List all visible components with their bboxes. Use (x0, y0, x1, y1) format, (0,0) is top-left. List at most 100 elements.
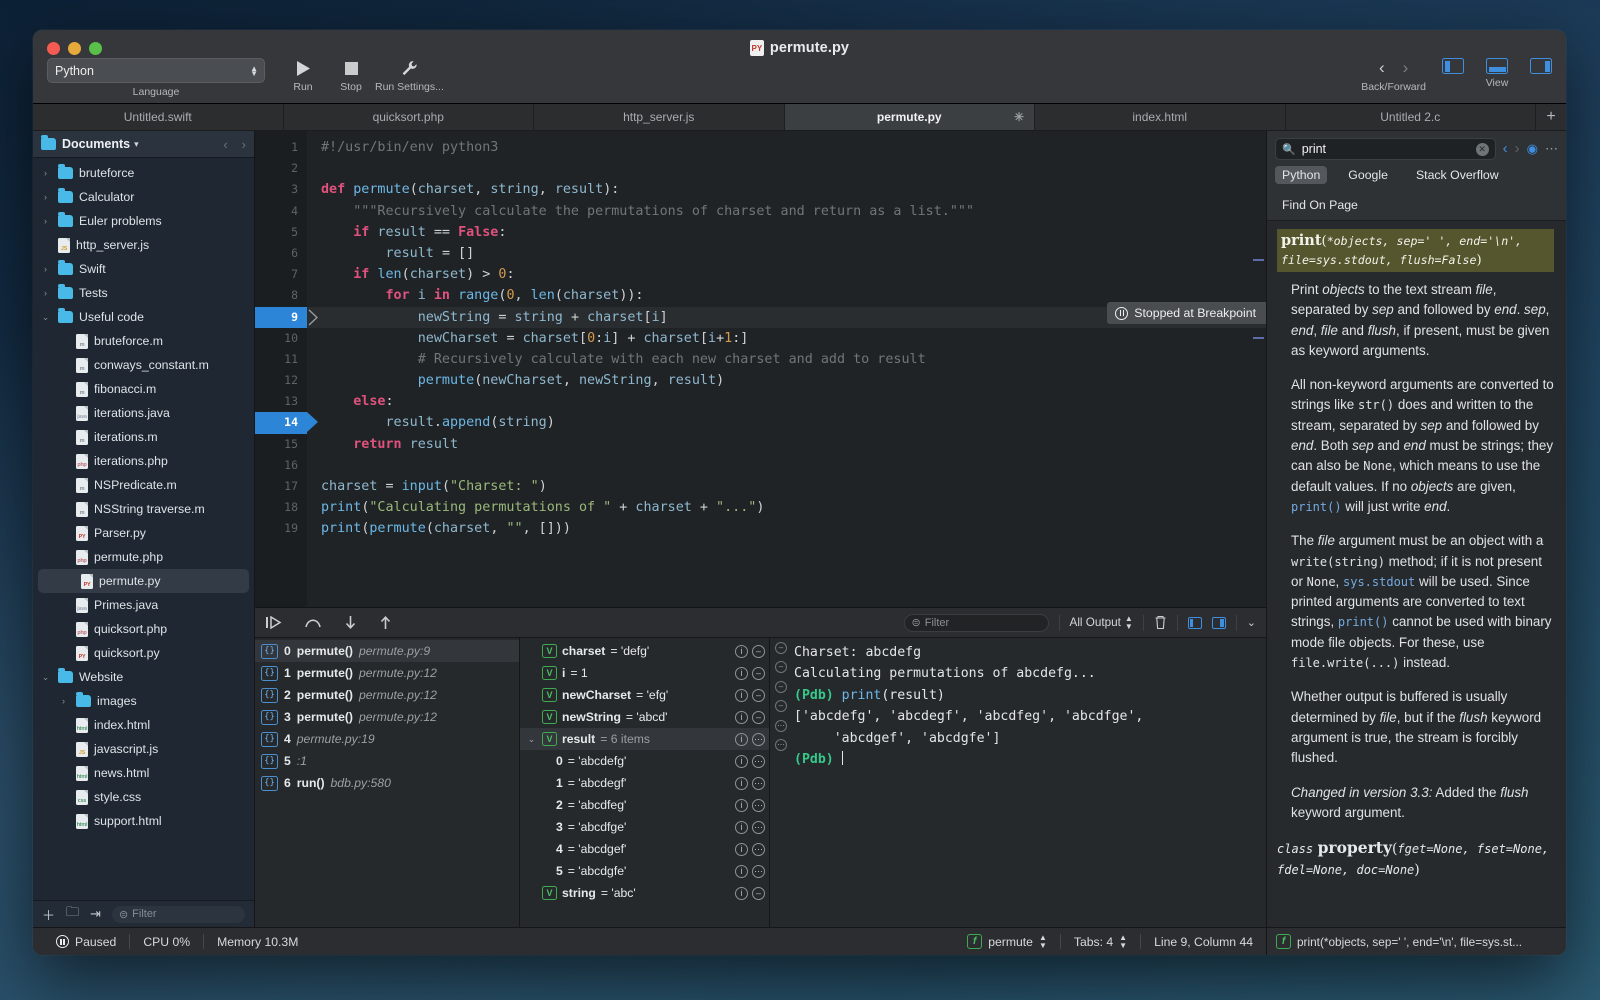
code-line[interactable]: def permute(charset, string, result): (307, 179, 1266, 200)
code-line[interactable]: else: (307, 391, 1266, 412)
doc-source-stack-overflow[interactable]: Stack Overflow (1409, 166, 1506, 184)
line-number[interactable]: 12 (255, 370, 307, 391)
tab-3[interactable]: permute.py ✳ (784, 104, 1035, 130)
info-icon[interactable]: i (735, 776, 748, 790)
line-number-gutter[interactable]: 1 2 3 4 5 6 7 8 9 10 11 12 13 14 15 16 17 18 19 (255, 131, 318, 607)
code-line[interactable]: print("Calculating permutations of " + c… (307, 497, 1266, 518)
info-icon[interactable]: i (735, 864, 748, 878)
sidebar-file-item[interactable]: css style.css (33, 785, 254, 809)
code-line[interactable]: print(permute(charset, "", [])) (307, 518, 1266, 539)
sidebar-file-item[interactable]: java Primes.java (33, 593, 254, 617)
more-icon[interactable]: – (752, 886, 765, 900)
sidebar-file-item[interactable]: php iterations.php (33, 449, 254, 473)
sidebar-file-item[interactable]: JS http_server.js (33, 233, 254, 257)
console-line-marker-icon[interactable]: – (775, 661, 787, 674)
code-line[interactable]: result = [] (307, 243, 1266, 264)
sidebar-file-item[interactable]: m NSString traverse.m (33, 497, 254, 521)
variable-row[interactable]: 2 = 'abcdfeg' i ⋯ (520, 794, 769, 816)
code-line[interactable]: if result == False: (307, 222, 1266, 243)
info-icon[interactable]: i (735, 644, 748, 658)
sidebar-file-item[interactable]: m bruteforce.m (33, 329, 254, 353)
line-number[interactable]: 4 (255, 201, 307, 222)
import-icon[interactable]: ⇥ (90, 906, 101, 922)
run-button[interactable]: Run (279, 58, 327, 93)
more-options-icon[interactable]: ⋯ (1545, 141, 1558, 157)
toggle-console-pane-button[interactable] (1211, 616, 1226, 629)
sidebar-filter-input[interactable]: ⊜ Filter (111, 905, 245, 923)
code-line[interactable]: """Recursively calculate the permutation… (307, 201, 1266, 222)
info-icon[interactable]: i (735, 842, 748, 856)
line-number[interactable]: 16 (255, 455, 307, 476)
tab-5[interactable]: Untitled 2.c (1286, 104, 1536, 130)
stack-frame-row[interactable]: {} 2 permute() permute.py:12 (255, 684, 519, 706)
variable-row[interactable]: 4 = 'abcdgef' i ⋯ (520, 838, 769, 860)
chevron-down-icon[interactable]: ▾ (134, 139, 139, 150)
doc-forward-button[interactable]: › (1515, 139, 1520, 159)
toggle-variables-pane-button[interactable] (1187, 616, 1202, 629)
back-button[interactable]: ‹ (1379, 58, 1385, 78)
more-icon[interactable]: – (752, 688, 765, 702)
code-line[interactable] (307, 455, 1266, 476)
code-line[interactable] (307, 158, 1266, 179)
sidebar-back-button[interactable]: ‹ (223, 137, 227, 152)
info-icon[interactable]: i (735, 688, 748, 702)
call-stack-list[interactable]: {} 0 permute() permute.py:9 {} 1 permute() perm… (255, 638, 520, 927)
line-number[interactable]: 9 (255, 306, 318, 328)
info-icon[interactable]: i (735, 820, 748, 834)
info-icon[interactable]: i (735, 886, 748, 900)
stop-button[interactable]: Stop (327, 58, 375, 93)
info-icon[interactable]: i (735, 732, 748, 746)
disclosure-triangle-icon[interactable]: › (39, 288, 52, 298)
info-icon[interactable]: i (735, 754, 748, 768)
variable-row[interactable]: Vcharset = 'defg' i – (520, 640, 769, 662)
doc-source-google[interactable]: Google (1341, 166, 1395, 184)
sidebar-file-item[interactable]: m iterations.m (33, 425, 254, 449)
tab-4[interactable]: index.html (1035, 104, 1286, 130)
sidebar-folder-item[interactable]: ⌄ Website (33, 665, 254, 689)
stack-frame-row[interactable]: {} 3 permute() permute.py:12 (255, 706, 519, 728)
more-icon[interactable]: – (752, 644, 765, 658)
variable-row[interactable]: 5 = 'abcdgfe' i ⋯ (520, 860, 769, 882)
tab-0[interactable]: Untitled.swift (33, 104, 284, 130)
code-area[interactable]: #!/usr/bin/env python3 def permute(chars… (307, 131, 1266, 607)
sidebar-folder-item[interactable]: › Euler problems (33, 209, 254, 233)
variable-row[interactable]: Vi = 1 i – (520, 662, 769, 684)
stack-frame-row[interactable]: {} 5:1 (255, 750, 519, 772)
run-settings-button[interactable]: Run Settings... (375, 58, 444, 93)
sidebar-file-item[interactable]: m fibonacci.m (33, 377, 254, 401)
new-folder-icon[interactable]: 🗀 (66, 903, 79, 925)
variable-row[interactable]: 0 = 'abcdefg' i ⋯ (520, 750, 769, 772)
stack-frame-row[interactable]: {} 6 run() bdb.py:580 (255, 772, 519, 794)
line-number[interactable]: 6 (255, 243, 307, 264)
sidebar-file-item[interactable]: PY permute.py (38, 569, 249, 593)
continue-icon[interactable] (265, 616, 282, 629)
info-icon[interactable]: i (735, 666, 748, 680)
more-icon[interactable]: ⋯ (752, 776, 765, 790)
disclosure-triangle-icon[interactable]: ⌄ (39, 312, 52, 323)
console-line-marker-icon[interactable]: – (775, 680, 787, 693)
more-icon[interactable]: ⋯ (752, 842, 765, 856)
line-number[interactable]: 1 (255, 137, 307, 158)
line-number[interactable]: 8 (255, 285, 307, 306)
info-icon[interactable]: i (735, 798, 748, 812)
sidebar-folder-item[interactable]: › Tests (33, 281, 254, 305)
disclosure-triangle-icon[interactable]: › (39, 168, 52, 178)
chevron-down-icon[interactable]: ⌄ (1247, 616, 1256, 629)
clear-console-icon[interactable] (1154, 615, 1167, 630)
variable-row[interactable]: 1 = 'abcdegf' i ⋯ (520, 772, 769, 794)
language-selector[interactable]: Python ▲ ▼ (47, 58, 265, 83)
line-number[interactable]: 19 (255, 518, 307, 539)
clear-search-icon[interactable]: ✕ (1475, 142, 1489, 156)
doc-source-python[interactable]: Python (1275, 166, 1328, 184)
console-filter-input[interactable]: ⊜ Filter (903, 613, 1049, 632)
sidebar-file-item[interactable]: PY quicksort.py (33, 641, 254, 665)
step-over-icon[interactable] (304, 616, 322, 629)
sidebar-folder-item[interactable]: › bruteforce (33, 161, 254, 185)
stack-frame-row[interactable]: {} 4 permute.py:19 (255, 728, 519, 750)
sidebar-file-item[interactable]: html support.html (33, 809, 254, 833)
line-number[interactable]: 18 (255, 497, 307, 518)
sidebar-file-item[interactable]: JS javascript.js (33, 737, 254, 761)
line-number[interactable]: 5 (255, 222, 307, 243)
console-output[interactable]: Charset: abcdefg Calculating permutations… (792, 638, 1266, 927)
code-line[interactable]: if len(charset) > 0: (307, 264, 1266, 285)
